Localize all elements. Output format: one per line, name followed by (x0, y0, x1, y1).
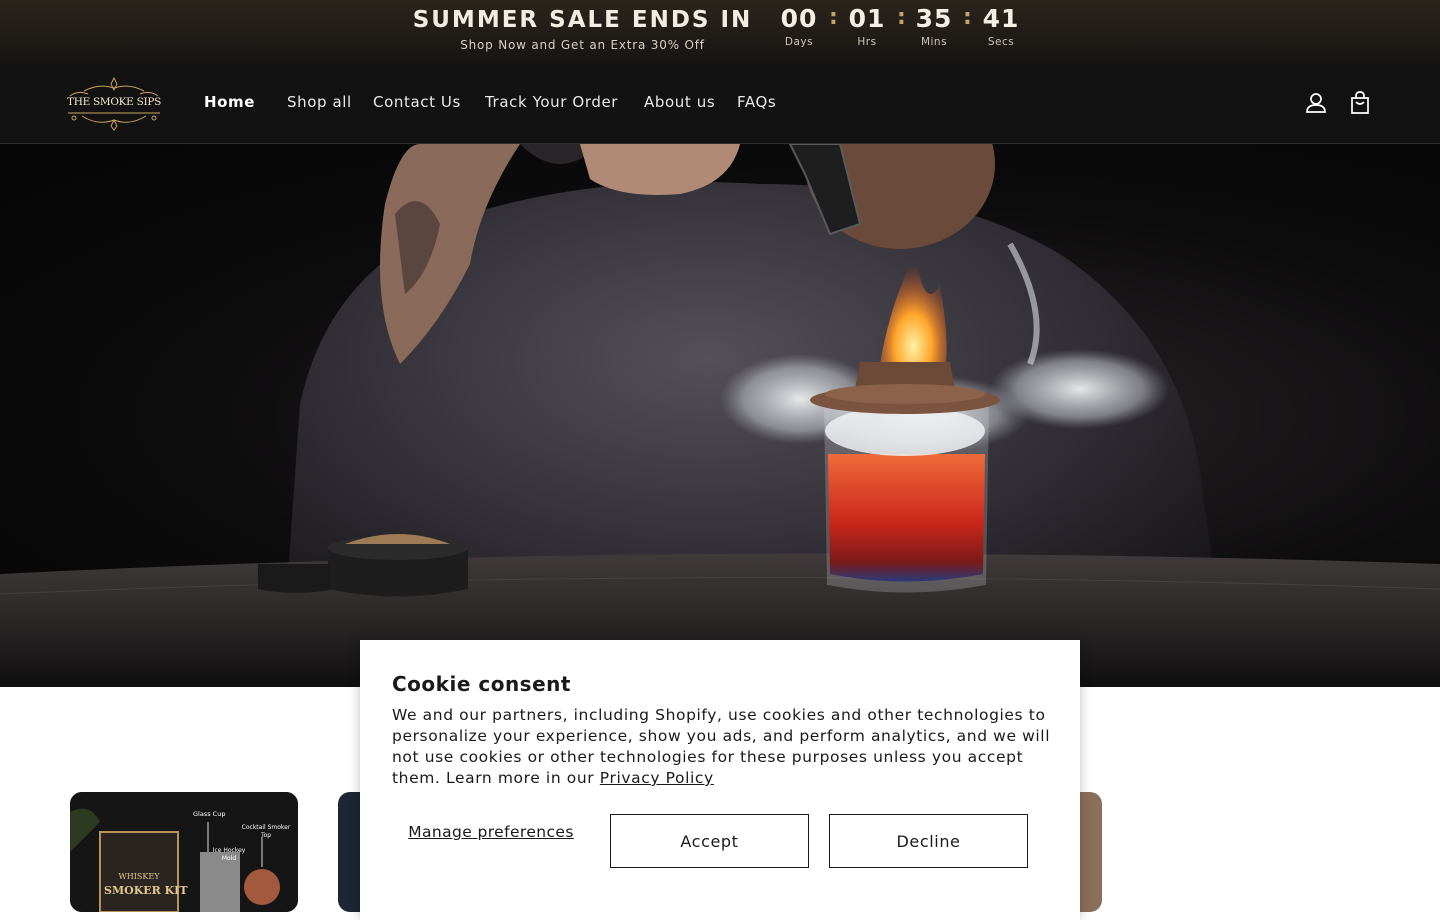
nav-track-order[interactable]: Track Your Order (485, 93, 618, 111)
nav-faqs[interactable]: FAQs (737, 93, 776, 111)
nav-home[interactable]: Home (204, 93, 255, 111)
countdown-hours-label: Hrs (857, 36, 877, 48)
cookie-title: Cookie consent (392, 672, 571, 696)
nav-shop-all[interactable]: Shop all (287, 93, 352, 111)
sale-subtitle: Shop Now and Get an Extra 30% Off (460, 38, 705, 52)
countdown-days: 00 Days (769, 4, 829, 48)
manage-preferences-link[interactable]: Manage preferences (392, 823, 590, 842)
countdown-seconds-value: 41 (982, 4, 1020, 33)
nav-contact-us[interactable]: Contact Us (373, 93, 461, 111)
site-logo[interactable]: THE SMOKE SIPS (64, 74, 164, 132)
countdown-seconds-label: Secs (987, 36, 1015, 48)
countdown-minutes: 35 Mins (904, 4, 964, 48)
countdown-days-value: 00 (780, 4, 818, 33)
product-box-label: WHISKEY (118, 872, 160, 881)
countdown-minutes-label: Mins (920, 36, 948, 48)
logo-text: THE SMOKE SIPS (67, 96, 161, 108)
decline-button[interactable]: Decline (829, 814, 1028, 868)
product-box-label: SMOKER KIT (104, 884, 188, 897)
cart-icon[interactable] (1347, 90, 1373, 116)
product-callout-top: Cocktail Smoker Top (241, 824, 291, 839)
accept-button[interactable]: Accept (610, 814, 809, 868)
hero-image (0, 144, 1440, 687)
countdown-seconds: 41 Secs (971, 4, 1031, 48)
privacy-policy-link[interactable]: Privacy Policy (600, 769, 714, 787)
announcement-bar: SUMMER SALE ENDS IN Shop Now and Get an … (0, 0, 1440, 64)
countdown-hours: 01 Hrs (837, 4, 897, 48)
product-card[interactable]: Glass Cup Cocktail Smoker Top Ice Hockey… (70, 792, 298, 912)
nav-about-us[interactable]: About us (644, 93, 715, 111)
account-icon[interactable] (1303, 90, 1329, 116)
cookie-body-text: We and our partners, including Shopify, … (392, 706, 1051, 787)
cookie-message: We and our partners, including Shopify, … (392, 705, 1052, 789)
countdown-days-label: Days (784, 36, 814, 48)
product-callout-glass: Glass Cup (193, 810, 226, 818)
countdown-minutes-value: 35 (915, 4, 953, 33)
sale-title: SUMMER SALE ENDS IN (412, 7, 753, 33)
countdown-hours-value: 01 (848, 4, 886, 33)
site-header: THE SMOKE SIPS Home Shop all Contact Us … (0, 64, 1440, 144)
hero-banner (0, 144, 1440, 687)
cookie-consent-dialog: Cookie consent We and our partners, incl… (360, 640, 1080, 920)
product-callout-mold: Ice Hockey Mold (212, 847, 246, 862)
